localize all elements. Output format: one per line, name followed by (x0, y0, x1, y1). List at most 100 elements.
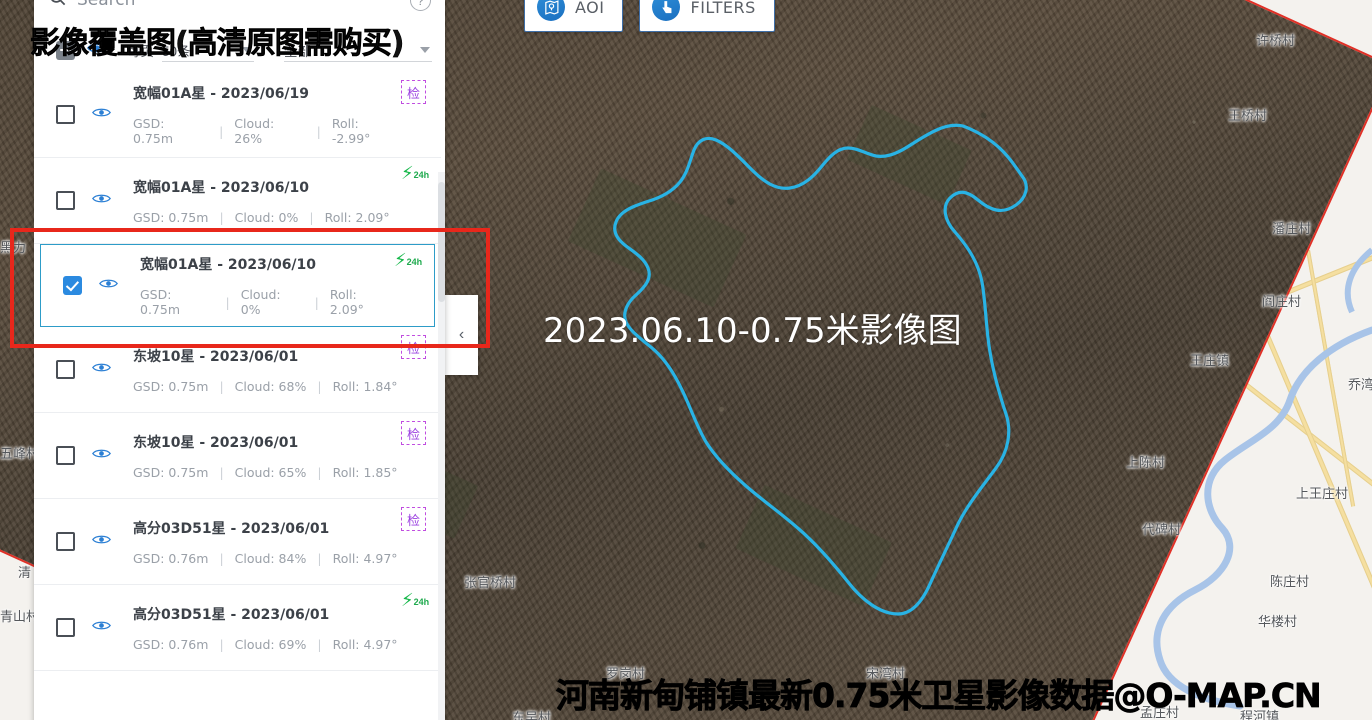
fast-delivery-badge-icon[interactable]: ⚡ 24h (401, 163, 430, 192)
scene-checkbox[interactable] (56, 618, 75, 637)
scene-visibility-icon[interactable] (92, 361, 111, 379)
scene-cloud: Cloud: 26% (234, 116, 275, 146)
meta-separator: | (219, 636, 224, 652)
scene-info: 东坡10星 - 2023/06/01 GSD: 0.75m | Cloud: 68% |… (133, 346, 401, 394)
scene-cloud: Cloud: 0% (240, 287, 281, 317)
scene-visibility-icon[interactable] (92, 447, 111, 465)
scene-visibility-icon[interactable] (92, 192, 111, 210)
list-scrollbar[interactable] (438, 172, 445, 720)
bolt-icon: ⚡ (401, 163, 414, 183)
meta-separator: | (219, 123, 224, 139)
scene-info: 宽幅01A星 - 2023/06/19 GSD: 0.75m | Cloud: 26%… (133, 83, 401, 146)
inspect-badge-glyph: 检 (401, 335, 426, 359)
map-toolbar: AOI FILTERS (524, 0, 775, 32)
scene-checkbox[interactable] (63, 276, 82, 295)
chevron-down-icon (420, 47, 430, 53)
scene-checkbox[interactable] (56, 191, 75, 210)
scene-roll: Roll: 4.97° (332, 550, 398, 566)
fast-delivery-badge-icon[interactable]: ⚡ 24h (401, 591, 430, 619)
annotation-title: 影像覆盖图(高清原图需购买) (30, 26, 405, 62)
scene-roll: Roll: 1.84° (332, 378, 398, 394)
scene-checkbox[interactable] (56, 446, 75, 465)
search-input[interactable] (77, 0, 400, 10)
scene-visibility-icon[interactable] (92, 106, 111, 124)
meta-separator: | (225, 294, 230, 310)
meta-separator: | (219, 464, 224, 480)
scene-cloud: Cloud: 69% (234, 636, 307, 652)
scene-list[interactable]: 宽幅01A星 - 2023/06/19 GSD: 0.75m | Cloud: 26%… (34, 72, 445, 720)
scene-checkbox[interactable] (56, 360, 75, 379)
meta-separator: | (309, 209, 314, 225)
scene-row[interactable]: 宽幅01A星 - 2023/06/19 GSD: 0.75m | Cloud: 26%… (34, 72, 441, 158)
inspect-badge-icon[interactable]: 检 (401, 507, 427, 533)
list-scrollbar-thumb[interactable] (438, 182, 445, 302)
scene-title: 宽幅01A星 - 2023/06/10 (140, 257, 317, 273)
map-place-label: 黑力 (0, 241, 27, 256)
scene-roll: Roll: -2.99° (331, 116, 371, 146)
bolt-icon: ⚡ (394, 250, 407, 270)
scene-gsd: GSD: 0.76m (133, 636, 209, 652)
scene-cloud: Cloud: 84% (234, 550, 307, 566)
fast-badge-label: 24h (406, 257, 423, 267)
inspect-badge-glyph: 检 (401, 421, 426, 445)
map-place-label: 王庄镇 (1190, 354, 1230, 369)
scene-cloud: Cloud: 68% (234, 378, 307, 394)
fast-badge-label: 24h (413, 170, 430, 180)
scene-info: 宽幅01A星 - 2023/06/10 GSD: 0.75m | Cloud: 0% |… (133, 177, 401, 225)
scene-checkbox[interactable] (56, 105, 75, 124)
scene-roll: Roll: 2.09° (329, 287, 364, 317)
scene-row[interactable]: 宽幅01A星 - 2023/06/10 GSD: 0.75m | Cloud: 0% |… (40, 244, 435, 327)
aoi-pin-icon (537, 0, 565, 21)
scene-visibility-icon[interactable] (99, 277, 118, 295)
scene-checkbox[interactable] (56, 532, 75, 551)
map-place-label: 许桥村 (1256, 34, 1296, 49)
scene-roll: Roll: 1.85° (332, 464, 398, 480)
map-place-label: 王桥村 (1228, 109, 1268, 124)
scene-meta: GSD: 0.75m | Cloud: 26% | Roll: -2.99° (133, 116, 401, 146)
fast-badge-label: 24h (413, 597, 430, 607)
help-circle-icon[interactable]: ? (410, 0, 431, 11)
map-place-label: 陈庄村 (1270, 575, 1310, 590)
map-place-label: 上陈村 (1126, 456, 1166, 471)
scene-visibility-icon[interactable] (92, 619, 111, 637)
meta-separator: | (317, 464, 322, 480)
panel-collapse-button[interactable]: ‹ (445, 295, 478, 375)
scene-title: 东坡10星 - 2023/06/01 (133, 434, 299, 451)
scene-visibility-icon[interactable] (92, 533, 111, 551)
inspect-badge-icon[interactable]: 检 (401, 335, 427, 361)
scene-gsd: GSD: 0.75m (133, 464, 209, 480)
scene-title: 高分03D51星 - 2023/06/01 (133, 606, 330, 623)
scene-gsd: GSD: 0.75m (133, 209, 209, 225)
scene-row[interactable]: 东坡10星 - 2023/06/01 GSD: 0.75m | Cloud: 68% |… (34, 327, 441, 413)
meta-separator: | (317, 378, 322, 394)
meta-separator: | (314, 294, 319, 310)
scene-cloud: Cloud: 65% (234, 464, 307, 480)
inspect-badge-icon[interactable]: 检 (401, 421, 427, 447)
meta-separator: | (317, 636, 322, 652)
filters-button-label: FILTERS (690, 0, 756, 17)
scene-row[interactable]: 高分03D51星 - 2023/06/01 GSD: 0.76m | Cloud: 6… (34, 585, 441, 671)
scene-row[interactable]: 高分03D51星 - 2023/06/01 GSD: 0.76m | Cloud: 8… (34, 499, 441, 585)
search-icon (48, 0, 67, 12)
scene-row[interactable]: 宽幅01A星 - 2023/06/10 GSD: 0.75m | Cloud: 0% |… (34, 158, 441, 244)
inspect-badge-glyph: 检 (401, 80, 426, 104)
map-center-caption: 2023.06.10-0.75米影像图 (543, 311, 962, 351)
inspect-badge-icon[interactable]: 检 (401, 80, 427, 106)
inspect-badge-glyph: 检 (401, 507, 426, 531)
chevron-left-icon: ‹ (458, 326, 465, 343)
map-place-label: 上王庄村 (1296, 487, 1349, 502)
scene-row[interactable]: 东坡10星 - 2023/06/01 GSD: 0.75m | Cloud: 65% |… (34, 413, 441, 499)
scene-meta: GSD: 0.75m | Cloud: 0% | Roll: 2.09° (140, 287, 394, 317)
scene-meta: GSD: 0.76m | Cloud: 69% | Roll: 4.97° (133, 637, 401, 652)
scene-info: 高分03D51星 - 2023/06/01 GSD: 0.76m | Cloud: 6… (133, 604, 401, 652)
meta-separator: | (219, 209, 224, 225)
scene-title: 高分03D51星 - 2023/06/01 (133, 520, 330, 537)
fast-delivery-badge-icon[interactable]: ⚡ 24h (394, 250, 423, 279)
scene-info: 东坡10星 - 2023/06/01 GSD: 0.75m | Cloud: 65% |… (133, 432, 401, 480)
scene-gsd: GSD: 0.75m (133, 378, 209, 394)
filters-button[interactable]: FILTERS (639, 0, 775, 32)
aoi-button[interactable]: AOI (524, 0, 624, 32)
scene-meta: GSD: 0.75m | Cloud: 0% | Roll: 2.09° (133, 210, 401, 225)
scene-title: 宽幅01A星 - 2023/06/10 (133, 179, 310, 196)
scene-cloud: Cloud: 0% (234, 209, 299, 225)
